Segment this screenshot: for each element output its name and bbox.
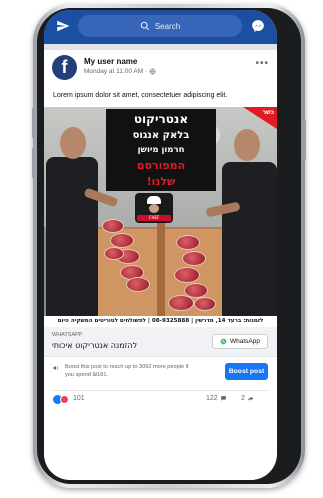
- steak: [176, 235, 200, 250]
- side-button: [32, 148, 35, 178]
- link-source: WHATSAPP: [52, 332, 83, 338]
- phone-screen: Search f My user name Monday at 11:00 AM…: [44, 10, 277, 480]
- sign-line: בלאק אנגוס: [132, 130, 190, 141]
- avatar[interactable]: f: [52, 55, 77, 80]
- chef-hat-icon: [147, 196, 161, 204]
- share-icon: [247, 396, 254, 401]
- chef-face: [149, 204, 159, 213]
- comments-count[interactable]: 122: [206, 395, 227, 402]
- cutting-board: [157, 219, 165, 319]
- whatsapp-icon: [220, 338, 227, 345]
- search-bar[interactable]: Search: [78, 15, 242, 37]
- steak: [104, 247, 124, 260]
- side-button: [303, 120, 306, 160]
- whatsapp-button-label: WhatsApp: [230, 338, 260, 345]
- boost-description: Boost this post to reach up to 3092 more…: [65, 364, 189, 378]
- messenger-icon[interactable]: [251, 19, 265, 33]
- kosher-badge-text: כשר: [262, 109, 274, 116]
- send-icon[interactable]: [56, 19, 70, 33]
- post-header: f My user name Monday at 11:00 AM · •••: [44, 52, 277, 88]
- shares-number: 2: [241, 395, 245, 402]
- reaction-count[interactable]: 101: [73, 395, 85, 402]
- promo-sign: אנטריקוט בלאק אנגוס חרמון מיושן המפורסם …: [106, 109, 216, 191]
- steak: [110, 233, 134, 248]
- steak: [182, 251, 206, 266]
- whatsapp-button[interactable]: WhatsApp: [212, 334, 268, 349]
- globe-icon: [149, 68, 156, 75]
- boost-post-button[interactable]: Boost post: [225, 363, 268, 380]
- chef-logo-icon: CHEF: [135, 193, 173, 223]
- steak: [168, 295, 194, 311]
- butcher-left-head: [60, 127, 86, 159]
- feed-divider: [44, 44, 277, 50]
- search-placeholder: Search: [154, 21, 181, 31]
- chef-logo-band: CHEF: [137, 215, 171, 221]
- more-options-icon[interactable]: •••: [255, 58, 269, 69]
- butcher-right-head: [234, 129, 260, 161]
- facebook-logo-icon: f: [61, 57, 68, 77]
- butcher-right: [222, 162, 277, 322]
- search-icon: [140, 21, 149, 31]
- boost-section: Boost this post to reach up to 3092 more…: [44, 358, 277, 390]
- top-bar: Search: [44, 10, 277, 44]
- comments-number: 122: [206, 395, 218, 402]
- post-timestamp[interactable]: Monday at 11:00 AM: [84, 68, 143, 75]
- link-preview[interactable]: WHATSAPP להזמנה אנטריקוט איכותי WhatsApp: [44, 327, 277, 357]
- reactions-bar: 101 122 2: [44, 392, 277, 408]
- sign-line: חרמון מיושן: [137, 145, 185, 155]
- sign-line: אנטריקוט: [133, 112, 189, 126]
- shares-count[interactable]: 2: [241, 395, 254, 402]
- author-name[interactable]: My user name: [84, 57, 137, 66]
- comment-icon: [220, 396, 226, 401]
- post-text: Lorem ipsum dolor sit amet, consectetuer…: [53, 92, 228, 99]
- separator: [52, 390, 269, 391]
- sign-line-highlight: המפורסם: [136, 159, 186, 172]
- butcher-left: [46, 157, 98, 317]
- steak: [126, 277, 150, 292]
- steak: [102, 219, 124, 233]
- sign-line-highlight: שלנו!: [146, 175, 176, 188]
- love-reaction-icon[interactable]: [60, 395, 69, 404]
- post-image[interactable]: אנטריקוט בלאק אנגוס חרמון מיושן המפורסם …: [44, 107, 277, 327]
- link-title[interactable]: להזמנה אנטריקוט איכותי: [52, 341, 137, 350]
- steak: [194, 297, 216, 311]
- post-meta: Monday at 11:00 AM ·: [84, 68, 156, 75]
- side-button: [32, 108, 35, 138]
- contact-strip: לזמנות: ברעד 14, מדרשין | 08-9325888 | ל…: [44, 316, 277, 327]
- steak: [174, 267, 200, 283]
- megaphone-icon: [53, 366, 58, 370]
